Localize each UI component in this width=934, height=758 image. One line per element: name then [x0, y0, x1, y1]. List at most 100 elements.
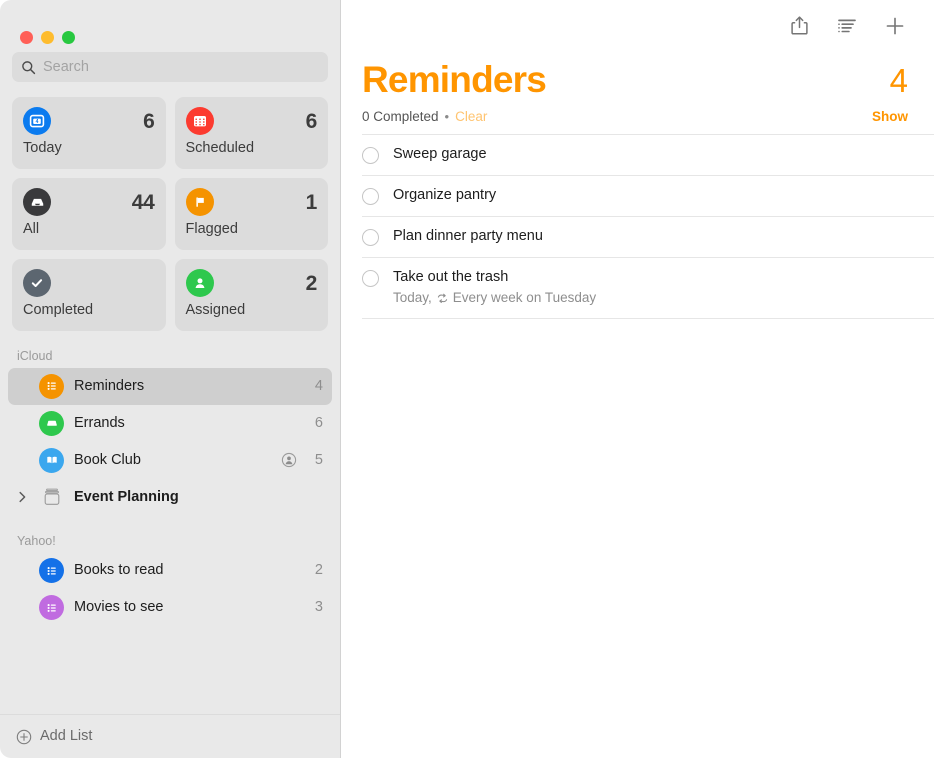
- list-header: Reminders 4: [341, 52, 934, 100]
- sidebar-item-label: Reminders: [74, 379, 303, 394]
- minimize-window-button[interactable]: [41, 31, 54, 44]
- sidebar-item-reminders[interactable]: Reminders 4: [8, 368, 332, 405]
- chevron-right-icon[interactable]: [16, 491, 29, 503]
- reminder-body: Sweep garage: [393, 146, 487, 163]
- sidebar-item-count: 4: [313, 379, 323, 394]
- smart-list-today-label: Today: [23, 141, 155, 157]
- section-header-yahoo: Yahoo!: [0, 516, 340, 553]
- sidebar-item-books-to-read[interactable]: Books to read 2: [8, 552, 332, 589]
- smart-list-scheduled[interactable]: 6 Scheduled: [175, 97, 329, 169]
- book-icon: [39, 448, 64, 473]
- reminder-checkbox[interactable]: [362, 270, 379, 287]
- reminder-checkbox[interactable]: [362, 147, 379, 164]
- completed-count-label: 0 Completed: [362, 110, 439, 124]
- sidebar-item-event-planning[interactable]: Event Planning: [8, 479, 332, 516]
- search-icon: [21, 60, 36, 75]
- search-placeholder: Search: [43, 60, 89, 75]
- reminder-body: Plan dinner party menu: [393, 228, 543, 245]
- smart-list-assigned-top: 2: [186, 268, 318, 298]
- repeat-icon: [436, 292, 449, 305]
- section-header-icloud: iCloud: [0, 331, 340, 368]
- sidebar-item-count: 3: [313, 600, 323, 615]
- smart-list-completed[interactable]: Completed: [12, 259, 166, 331]
- bullet-list-icon: [39, 558, 64, 583]
- shared-list-icon: [281, 452, 297, 468]
- reminder-body: Take out the trash Today, Every week on …: [393, 269, 596, 306]
- reminder-row[interactable]: Plan dinner party menu: [362, 216, 934, 257]
- reminder-row[interactable]: Sweep garage: [362, 134, 934, 175]
- list-options-icon[interactable]: [834, 13, 860, 39]
- smart-list-all-top: 44: [23, 187, 155, 217]
- reminder-recurrence: Every week on Tuesday: [453, 290, 596, 307]
- close-window-button[interactable]: [20, 31, 33, 44]
- person-icon: [186, 269, 214, 297]
- sidebar-item-label: Movies to see: [74, 600, 303, 615]
- reminder-row[interactable]: Organize pantry: [362, 175, 934, 216]
- reminder-checkbox[interactable]: [362, 188, 379, 205]
- flag-icon: [186, 188, 214, 216]
- car-icon: [39, 411, 64, 436]
- reminder-title: Organize pantry: [393, 187, 496, 204]
- smart-list-assigned[interactable]: 2 Assigned: [175, 259, 329, 331]
- completed-meta-left: 0 Completed • Clear: [362, 110, 487, 124]
- sidebar-item-count: 6: [313, 416, 323, 431]
- plus-circle-icon: [16, 729, 32, 745]
- sidebar-item-errands[interactable]: Errands 6: [8, 405, 332, 442]
- smart-list-scheduled-top: 6: [186, 106, 318, 136]
- page-title: Reminders: [362, 61, 546, 100]
- reminder-title: Sweep garage: [393, 146, 487, 163]
- clear-completed-button[interactable]: Clear: [455, 110, 487, 124]
- plus-icon[interactable]: [882, 13, 908, 39]
- smart-list-completed-top: [23, 268, 155, 298]
- reminders-list: Sweep garage Organize pantry Plan dinner…: [341, 134, 934, 758]
- sidebar-item-label: Event Planning: [74, 490, 323, 505]
- sidebar-item-count-bookclub: 5: [313, 453, 323, 468]
- smart-list-assigned-count: 2: [306, 273, 317, 294]
- calendar-icon: [186, 107, 214, 135]
- smart-list-assigned-label: Assigned: [186, 303, 318, 319]
- completed-meta-row: 0 Completed • Clear Show: [341, 100, 934, 124]
- calendar-day-icon: 4: [23, 107, 51, 135]
- bullet-list-icon: [39, 595, 64, 620]
- smart-list-completed-label: Completed: [23, 303, 155, 319]
- search-container: Search: [0, 52, 340, 82]
- reminder-checkbox[interactable]: [362, 229, 379, 246]
- reminder-title: Plan dinner party menu: [393, 228, 543, 245]
- svg-text:4: 4: [36, 119, 39, 125]
- reminder-title: Take out the trash: [393, 269, 596, 286]
- reminder-row[interactable]: Take out the trash Today, Every week on …: [362, 257, 934, 318]
- smart-list-all[interactable]: 44 All: [12, 178, 166, 250]
- reminder-body: Organize pantry: [393, 187, 496, 204]
- checkmark-icon: [23, 269, 51, 297]
- smart-list-all-count: 44: [132, 192, 155, 213]
- reminders-window: Search 4 6 Today: [0, 0, 934, 758]
- share-icon[interactable]: [786, 13, 812, 39]
- smart-list-today[interactable]: 4 6 Today: [12, 97, 166, 169]
- sidebar-item-label: Books to read: [74, 563, 303, 578]
- add-list-button[interactable]: Add List: [0, 714, 340, 758]
- smart-list-flagged-label: Flagged: [186, 222, 318, 238]
- zoom-window-button[interactable]: [62, 31, 75, 44]
- sidebar-spacer: [0, 626, 340, 714]
- window-controls: [0, 0, 340, 52]
- search-field[interactable]: Search: [12, 52, 328, 82]
- sidebar-item-movies-to-see[interactable]: Movies to see 3: [8, 589, 332, 626]
- smart-list-today-count: 6: [143, 111, 154, 132]
- bullet-list-icon: [39, 374, 64, 399]
- smart-list-scheduled-label: Scheduled: [186, 141, 318, 157]
- reminder-due-date: Today,: [393, 290, 432, 307]
- sidebar-item-label: Book Club: [74, 453, 271, 468]
- inbox-tray-icon: [23, 188, 51, 216]
- smart-list-flagged[interactable]: 1 Flagged: [175, 178, 329, 250]
- page-title-count: 4: [890, 64, 908, 99]
- list-group-icloud: Reminders 4 Errands 6: [0, 368, 340, 516]
- main-content: Reminders 4 0 Completed • Clear Show Swe…: [341, 0, 934, 758]
- sidebar-item-label: Errands: [74, 416, 303, 431]
- smart-lists-grid: 4 6 Today: [0, 82, 340, 331]
- sidebar-item-book-club[interactable]: Book Club 5: [8, 442, 332, 479]
- smart-list-flagged-count: 1: [306, 192, 317, 213]
- list-group-yahoo: Books to read 2 Movies to see 3: [0, 552, 340, 626]
- show-completed-button[interactable]: Show: [872, 110, 908, 124]
- smart-list-all-label: All: [23, 222, 155, 238]
- smart-list-flagged-top: 1: [186, 187, 318, 217]
